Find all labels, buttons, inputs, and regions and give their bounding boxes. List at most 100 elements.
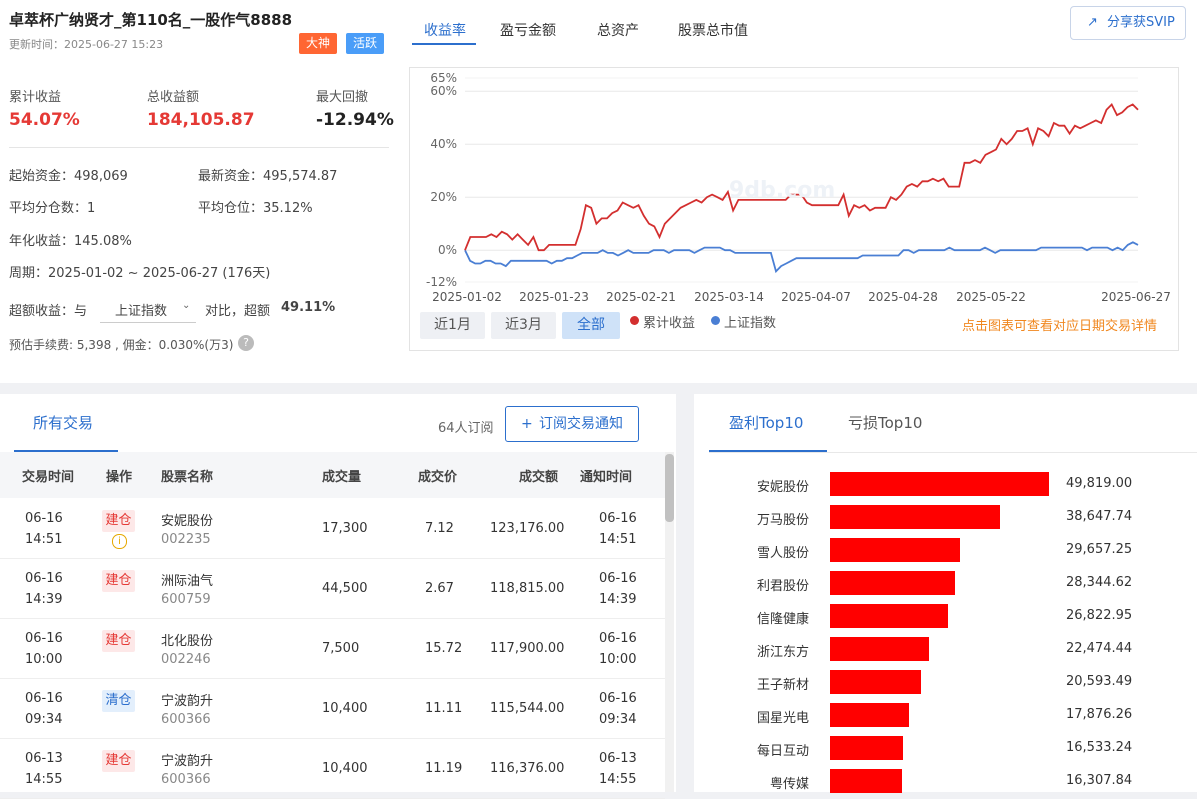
cumulative-value: 54.07% (9, 110, 80, 130)
watermark: 9db.com (729, 178, 835, 203)
range-1m-button[interactable]: 近1月 (420, 312, 485, 339)
range-all-button[interactable]: 全部 (562, 312, 620, 339)
top10-stock-name: 利君股份 (756, 579, 809, 594)
tab-underline (412, 43, 476, 45)
plus-icon: + (521, 416, 533, 432)
tab-all-trades[interactable]: 所有交易 (33, 412, 93, 433)
top10-stock-name: 王子新材 (756, 678, 809, 693)
top10-value: 28,344.62 (1066, 575, 1133, 590)
y-tick-label: 60% (430, 84, 457, 98)
page-title: 卓萃杯广纳贤才_第110名_一股作气8888 (9, 11, 293, 29)
top10-bar[interactable] (830, 736, 903, 760)
top10-bar[interactable] (830, 769, 902, 793)
tab-loss-top10[interactable]: 亏损Top10 (848, 412, 922, 433)
excess-mid: 对比，超额 (205, 304, 271, 319)
top10-divider (709, 452, 1197, 453)
trade-amount: 123,176.00 (490, 521, 565, 536)
stock-code: 600366 (161, 772, 211, 787)
notify-time: 10:00 (599, 652, 637, 667)
x-tick-label: 2025-03-14 (694, 290, 764, 304)
top10-bar[interactable] (830, 505, 1000, 529)
tab-market-value[interactable]: 股票总市值 (678, 20, 748, 40)
trade-amount: 115,544.00 (490, 701, 565, 716)
scrollbar-thumb[interactable] (665, 454, 674, 522)
excess-prefix: 超额收益：与 (9, 304, 88, 319)
start-capital: 起始资金：498,069 (9, 169, 128, 184)
latest-capital: 最新资金：495,574.87 (198, 169, 338, 184)
subscribe-button[interactable]: + 订阅交易通知 (505, 406, 639, 442)
notify-date: 06-16 (599, 691, 637, 706)
col-stock-name: 股票名称 (161, 470, 214, 485)
help-icon[interactable]: ? (238, 335, 254, 351)
avg-position: 平均仓位：35.12% (198, 201, 313, 216)
badge-master: 大神 (299, 33, 338, 54)
subscribe-button-label: 订阅交易通知 (539, 416, 623, 432)
top10-bar[interactable] (830, 670, 921, 694)
stock-code: 600366 (161, 712, 211, 727)
operation-badge: 建仓 (102, 630, 135, 652)
notify-time: 14:55 (599, 772, 637, 787)
trade-time: 09:34 (25, 712, 63, 727)
col-volume: 成交量 (322, 470, 362, 485)
drawdown-value: -12.94% (316, 110, 394, 130)
cumulative-label: 累计收益 (9, 90, 62, 105)
operation-badge: 建仓 (102, 750, 135, 772)
operation-badge: 建仓 (102, 510, 135, 532)
x-tick-label: 2025-04-28 (868, 290, 938, 304)
benchmark-select[interactable]: 上证指数 ⌄ (100, 292, 196, 323)
trade-time: 14:39 (25, 592, 63, 607)
range-3m-button[interactable]: 近3月 (491, 312, 556, 339)
notify-date: 06-16 (599, 571, 637, 586)
top10-value: 26,822.95 (1066, 608, 1133, 623)
trade-time: 10:00 (25, 652, 63, 667)
top10-bar[interactable] (830, 538, 961, 562)
trade-amount: 118,815.00 (490, 581, 565, 596)
stock-name: 安妮股份 (161, 514, 214, 529)
y-tick-label: 0% (438, 243, 457, 257)
top10-value: 22,474.44 (1066, 641, 1133, 656)
trade-price: 11.11 (425, 701, 463, 716)
operation-badge: 建仓 (102, 570, 135, 592)
chevron-down-icon: ⌄ (182, 300, 191, 311)
stock-name: 北化股份 (161, 634, 214, 649)
top10-bar[interactable] (830, 604, 948, 628)
top10-bar[interactable] (830, 571, 955, 595)
legend-dot-cumulative (630, 316, 639, 325)
top10-stock-name: 安妮股份 (756, 480, 809, 495)
top10-bar[interactable] (830, 472, 1049, 496)
trade-price: 7.12 (425, 521, 454, 536)
top10-bar[interactable] (830, 637, 929, 661)
share-button-label: 分享获SVIP (1107, 15, 1175, 30)
y-tick-label: 65% (430, 71, 457, 85)
trade-date: 06-16 (25, 571, 63, 586)
tab-profit-amount[interactable]: 盈亏金额 (500, 20, 556, 40)
subscriber-count: 64人订阅 (438, 421, 494, 436)
top10-stock-name: 万马股份 (756, 513, 809, 528)
notify-date: 06-16 (599, 631, 637, 646)
trade-amount: 116,376.00 (490, 761, 565, 776)
tab-profit-top10[interactable]: 盈利Top10 (729, 412, 803, 433)
x-tick-label: 2025-06-27 (1101, 290, 1171, 304)
top10-stock-name: 每日互动 (756, 744, 809, 759)
y-tick-label: -12% (426, 275, 457, 289)
stock-name: 宁波韵升 (161, 754, 214, 769)
total-value: 184,105.87 (147, 110, 255, 130)
top10-stock-name: 雪人股份 (756, 546, 809, 561)
share-button[interactable]: ↗ 分享获SVIP (1070, 6, 1186, 40)
x-tick-label: 2025-05-22 (956, 290, 1026, 304)
return-chart[interactable]: 65%60% 40% 20% 0% -12% 2025-01-02 2025-01-23 2… (409, 67, 1179, 351)
top10-stock-name: 国星光电 (756, 711, 809, 726)
excess-value: 49.11% (281, 300, 336, 315)
trade-volume: 17,300 (322, 521, 368, 536)
divider (9, 147, 389, 148)
trade-volume: 10,400 (322, 761, 368, 776)
legend-index[interactable]: 上证指数 (724, 312, 776, 331)
notify-time: 14:39 (599, 592, 637, 607)
tab-return-rate[interactable]: 收益率 (424, 20, 466, 40)
tab-total-assets[interactable]: 总资产 (597, 20, 639, 40)
legend-cumulative[interactable]: 累计收益 (643, 312, 695, 331)
stock-code: 002235 (161, 532, 211, 547)
notify-time: 09:34 (599, 712, 637, 727)
top10-bar[interactable] (830, 703, 909, 727)
x-tick-label: 2025-04-07 (781, 290, 851, 304)
